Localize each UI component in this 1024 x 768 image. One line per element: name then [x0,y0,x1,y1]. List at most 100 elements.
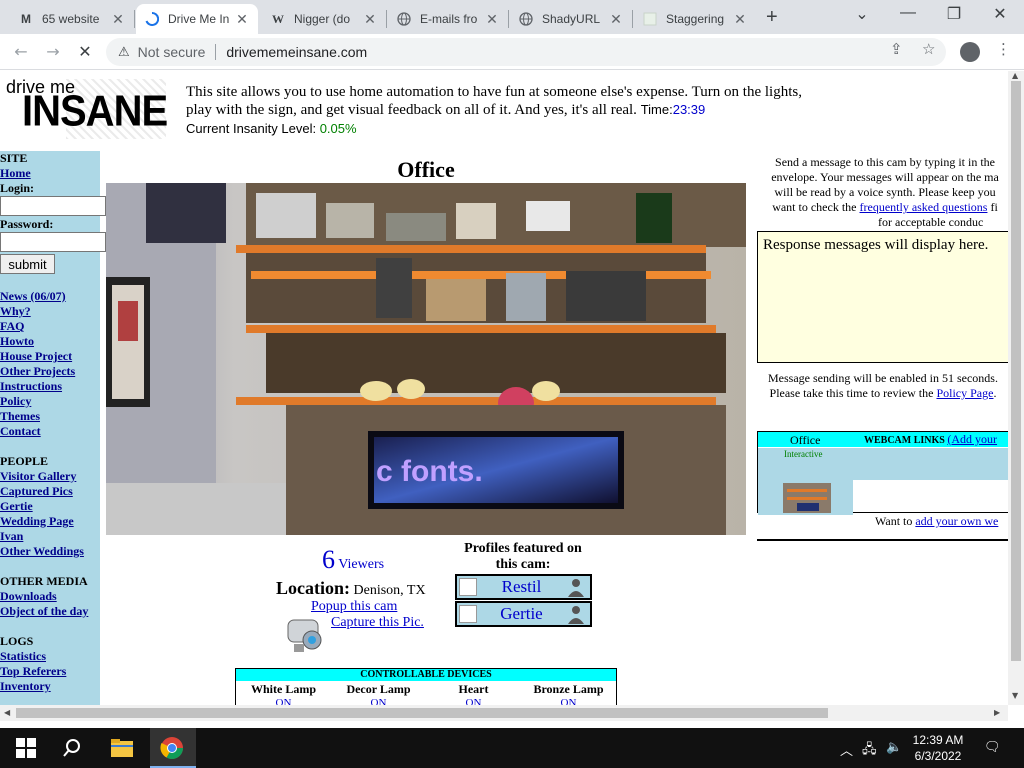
sidebar-link-news[interactable]: News (06/07) [0,289,66,304]
tab-search-chevron-icon[interactable]: ⌄ [852,4,872,24]
sidebar-link-downloads[interactable]: Downloads [0,589,57,604]
security-label[interactable]: Not secure [138,44,206,60]
message-line: will be read by a voice synth. Please ke… [774,185,996,199]
login-input[interactable] [0,196,106,216]
sidebar-link-top-referers[interactable]: Top Referers [0,664,66,679]
sidebar-link-object-of-the-day[interactable]: Object of the day [0,604,88,619]
time-label: Time: [640,102,673,117]
chrome-icon[interactable] [160,736,184,760]
popup-cam-link[interactable]: Popup this cam [311,599,397,615]
security-camera-icon[interactable] [286,614,328,654]
sidebar-link-wedding-page[interactable]: Wedding Page [0,514,74,529]
file-explorer-icon[interactable] [110,736,134,760]
location-value: Denison, TX [353,583,426,598]
tab-emails[interactable]: E-mails fro ✕ [388,4,508,34]
notifications-icon[interactable]: 🗨 [984,740,1001,755]
sidebar-link-why[interactable]: Why? [0,304,31,319]
password-input[interactable] [0,232,106,252]
scroll-left-arrow-icon[interactable]: ◀ [4,708,10,717]
tab-drive-me-insane[interactable]: Drive Me In ✕ [136,4,258,34]
restore-icon[interactable]: ❐ [944,4,964,24]
sidebar-link-themes[interactable]: Themes [0,409,40,424]
horizontal-scroll-thumb[interactable] [16,708,828,718]
sidebar-link-home[interactable]: Home [0,166,31,181]
vertical-scrollbar[interactable]: ▲ ▼ [1008,71,1024,705]
add-your-webcam-link[interactable]: (Add your [947,432,997,446]
sidebar-link-captured-pics[interactable]: Captured Pics [0,484,73,499]
url-text[interactable]: drivememeinsane.com [226,44,367,60]
scroll-up-arrow-icon[interactable]: ▲ [1012,71,1018,80]
search-icon[interactable] [60,736,84,760]
minimize-icon[interactable]: — [898,4,918,22]
add-your-own-webcam-link[interactable]: add your own we [915,514,998,528]
capture-pic-link[interactable]: Capture this Pic. [331,615,424,631]
webcam-links-box: WEBCAM LINKS (Add your Office Interactiv… [757,431,1008,515]
close-icon[interactable]: ✕ [732,11,748,28]
webcam-image[interactable]: c fonts. [106,183,746,535]
close-icon[interactable]: ✕ [362,11,378,28]
vertical-scroll-thumb[interactable] [1011,81,1021,661]
white-lamp-toggle[interactable]: ON [236,697,331,705]
window-close-icon[interactable]: ✕ [990,4,1010,24]
globe-icon [396,11,412,27]
new-tab-plus-icon[interactable]: + [766,6,778,29]
close-icon[interactable]: ✕ [234,11,250,28]
back-arrow-icon[interactable]: ← [10,41,32,63]
site-logo[interactable]: drive me INSANE [6,75,172,143]
webcam-thumbnail[interactable] [783,483,831,513]
sidebar-link-statistics[interactable]: Statistics [0,649,46,664]
close-icon[interactable]: ✕ [484,11,500,28]
profile-restil[interactable]: Restil [455,574,592,600]
tab-wikipedia[interactable]: W Nigger (do ✕ [262,4,386,34]
webcam-entry-name[interactable]: Office [790,433,820,448]
windows-start-icon[interactable] [14,736,38,760]
profile-name[interactable]: Restil [477,577,566,597]
sidebar-link-gertie[interactable]: Gertie [0,499,33,514]
share-icon[interactable]: ⇪ [890,40,903,58]
close-icon[interactable]: ✕ [110,11,126,28]
sidebar-link-other-weddings[interactable]: Other Weddings [0,544,84,559]
tab-65-websites[interactable]: M 65 website ✕ [10,4,134,34]
address-bar[interactable]: ⚠ Not secure drivememeinsane.com [106,38,946,66]
add-own-webcam: Want to add your own we [875,514,998,529]
tab-staggering[interactable]: Staggering ✕ [634,4,756,34]
clock-time: 12:39 AM [912,733,964,747]
sidebar-link-inventory[interactable]: Inventory [0,679,51,694]
submit-button[interactable]: submit [0,254,55,274]
tray-chevron-up-icon[interactable]: ︿ [840,740,853,759]
warning-triangle-icon[interactable]: ⚠ [118,45,130,60]
sidebar-link-faq[interactable]: FAQ [0,319,24,334]
sidebar-link-contact[interactable]: Contact [0,424,41,439]
insanity-label: Current Insanity Level: [186,121,317,136]
horizontal-scrollbar[interactable]: ◀ ▶ [0,705,1008,721]
close-icon[interactable]: ✕ [608,11,624,28]
policy-page-link[interactable]: Policy Page [936,386,993,400]
profile-avatar-icon[interactable] [960,42,980,62]
intro-text: This site allows you to use home automat… [186,84,802,118]
device-decor-lamp: Decor Lamp [346,681,411,696]
bookmark-star-icon[interactable]: ☆ [922,40,935,58]
scroll-down-arrow-icon[interactable]: ▼ [1012,691,1018,700]
sidebar-link-house-project[interactable]: House Project [0,349,72,364]
sidebar-link-other-projects[interactable]: Other Projects [0,364,75,379]
scroll-right-arrow-icon[interactable]: ▶ [994,708,1000,717]
taskbar-clock[interactable]: 12:39 AM 6/3/2022 [906,732,970,764]
sidebar-link-ivan[interactable]: Ivan [0,529,23,544]
sidebar-link-instructions[interactable]: Instructions [0,379,62,394]
network-icon[interactable]: 🖧 [862,740,877,762]
tab-shadyurl[interactable]: ShadyURL ✕ [510,4,632,34]
bronze-lamp-toggle[interactable]: ON [521,697,616,705]
stop-loading-icon[interactable]: ✕ [74,41,96,63]
sidebar-link-visitor-gallery[interactable]: Visitor Gallery [0,469,76,484]
sidebar-header-site: SITE [0,151,28,165]
menu-kebab-icon[interactable]: ⋮ [996,40,1011,58]
profile-gertie[interactable]: Gertie [455,601,592,627]
profile-name[interactable]: Gertie [477,604,566,624]
volume-icon[interactable]: 🔈 [886,740,902,755]
sidebar-link-policy[interactable]: Policy [0,394,31,409]
decor-lamp-toggle[interactable]: ON [331,697,426,705]
faq-link[interactable]: frequently asked questions [860,200,988,214]
forward-arrow-icon[interactable]: → [42,41,64,63]
heart-toggle[interactable]: ON [426,697,521,705]
sidebar-link-howto[interactable]: Howto [0,334,34,349]
